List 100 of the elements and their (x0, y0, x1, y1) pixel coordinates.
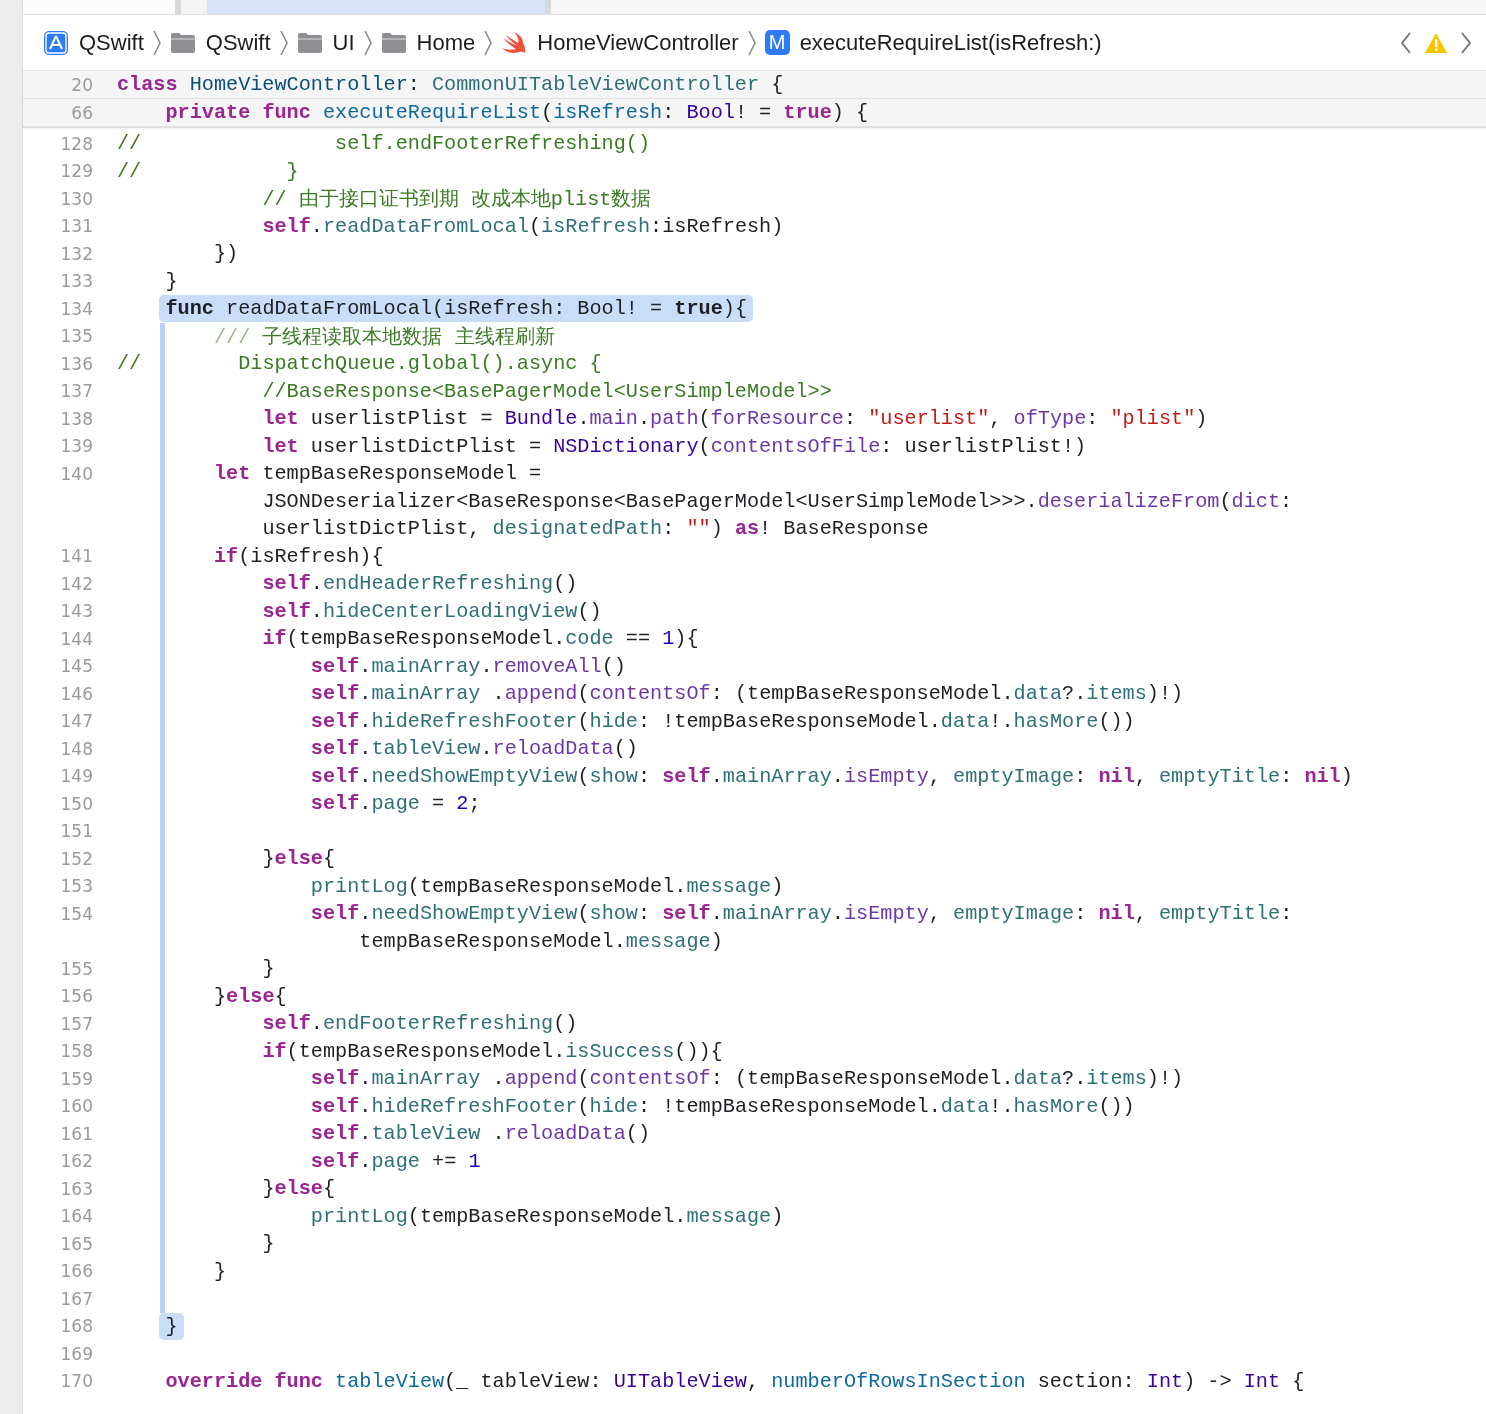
line-number: 146 (59, 683, 94, 704)
line-number: 128 (59, 133, 94, 154)
line-number: 130 (59, 188, 94, 209)
line-number: 159 (59, 1068, 94, 1089)
code-line: }else{ (262, 1177, 336, 1201)
chevron-icon (151, 28, 162, 57)
line-number: 149 (59, 766, 94, 787)
code-line: }) (213, 242, 239, 266)
line-number: 20 (70, 74, 94, 95)
code-line: self.page = 2; (310, 792, 481, 816)
code-line: } (213, 1259, 227, 1283)
code-line: let userlistPlist = Bundle.main.path(forResource: "userlist", ofType: "plist") (262, 407, 1208, 431)
code-line: self.needShowEmptyView(show: self.mainArray.isEmpty, emptyImage: nil, emptyTitle: (310, 902, 1293, 926)
code-line: //BaseResponse<BasePagerModel<UserSimpleModel>> (262, 379, 832, 403)
line-number: 137 (59, 381, 94, 402)
code-line: tempBaseResponseModel.message) (359, 929, 723, 953)
code-line: // (117, 159, 142, 183)
code-line: private func executeRequireList(isRefresh: Bool! = true) { (165, 101, 869, 124)
line-number: 158 (59, 1041, 94, 1062)
line-number: 134 (59, 298, 94, 319)
chevron-icon (278, 28, 289, 57)
line-number: 148 (59, 738, 94, 759)
breadcrumb-item[interactable]: QSwift (41, 29, 146, 56)
forward-button[interactable] (1458, 30, 1474, 55)
code-line: DispatchQueue.global().async { (238, 352, 602, 376)
code-line: }else{ (213, 984, 287, 1008)
folder-icon (169, 31, 196, 54)
breadcrumb-item[interactable]: Home (378, 29, 478, 56)
line-number: 139 (59, 436, 94, 457)
line-number: 145 (59, 656, 94, 677)
code-line: self.endFooterRefreshing() (262, 1012, 578, 1036)
code-line: printLog(tempBaseResponseModel.message) (310, 1204, 784, 1228)
line-number: 167 (59, 1288, 94, 1309)
code-line: self.needShowEmptyView(show: self.mainArray.isEmpty, emptyImage: nil, emptyTitle: nil) (310, 764, 1353, 788)
breadcrumb-item[interactable]: HomeViewController (499, 29, 741, 56)
code-line: self.page += 1 (310, 1149, 481, 1173)
line-number: 157 (59, 1013, 94, 1034)
code-line: printLog(tempBaseResponseModel.message) (310, 874, 784, 898)
line-number: 142 (59, 573, 94, 594)
code-line: } (262, 957, 275, 981)
code-line: let tempBaseResponseModel = (213, 462, 542, 486)
folder-icon (296, 31, 323, 54)
line-number: 162 (59, 1151, 94, 1172)
line-number: 129 (59, 161, 94, 182)
chevron-icon (362, 28, 373, 57)
line-number: 140 (59, 463, 94, 484)
code-line: self.endFooterRefreshing() (335, 132, 651, 156)
line-number: 152 (59, 848, 94, 869)
code-line: self.mainArray .append(contentsOf: (tempBaseResponseModel.data?.items)!) (310, 682, 1184, 706)
line-number: 135 (59, 326, 94, 347)
line-number: 138 (59, 408, 94, 429)
line-number: 161 (59, 1123, 94, 1144)
code-line: }else{ (262, 847, 336, 871)
line-number: 165 (59, 1233, 94, 1254)
code-line: } (286, 159, 299, 183)
line-number: 160 (59, 1096, 94, 1117)
line-number: 168 (59, 1316, 94, 1337)
line-number: 147 (59, 711, 94, 732)
code-line: override func tableView(_ tableView: UITableView, numberOfRowsInSection section: Int) -> Int { (165, 1369, 1305, 1393)
line-number: 169 (59, 1343, 94, 1364)
line-number: 156 (59, 986, 94, 1007)
code-line: if(tempBaseResponseModel.isSuccess()){ (262, 1039, 723, 1063)
code-line: } (165, 269, 178, 293)
line-number: 151 (59, 821, 94, 842)
chevron-icon (746, 28, 757, 57)
line-number: 150 (59, 793, 94, 814)
code-line: // (117, 132, 142, 156)
code-line: /// 子线程读取本地数据 主线程刷新 (213, 325, 555, 349)
code-line: } (262, 1232, 275, 1256)
code-line: self.mainArray.removeAll() (310, 654, 626, 678)
breadcrumb-item[interactable]: M executeRequireList(isRefresh:) (762, 29, 1104, 56)
code-line: self.tableView .reloadData() (310, 1122, 651, 1146)
code-line: self.endHeaderRefreshing() (262, 572, 578, 596)
line-number: 164 (59, 1206, 94, 1227)
breadcrumb-item[interactable]: QSwift (167, 29, 273, 56)
warning-icon[interactable] (1424, 31, 1448, 54)
line-number: 66 (70, 102, 94, 123)
code-line: if(tempBaseResponseModel.code == 1){ (262, 627, 699, 651)
line-number: 153 (59, 876, 94, 897)
line-number: 163 (59, 1178, 94, 1199)
line-number: 141 (59, 546, 94, 567)
back-button[interactable] (1398, 30, 1414, 55)
code-line: class HomeViewController: CommonUITableViewController { (117, 73, 784, 96)
code-line: if(isRefresh){ (213, 544, 384, 568)
code-line: self.hideRefreshFooter(hide: !tempBaseResponseModel.data!.hasMore()) (310, 1094, 1135, 1118)
line-number: 154 (59, 903, 94, 924)
folder-icon (380, 31, 407, 54)
line-number: 133 (59, 271, 94, 292)
bird-icon (501, 30, 528, 55)
code-line: // 由于接口证书到期 改成本地plist数据 (262, 188, 652, 212)
breadcrumb-item[interactable]: UI (294, 29, 357, 56)
code-line: let userlistDictPlist = NSDictionary(contentsOfFile: userlistPlist!) (262, 434, 1087, 458)
code-line: self.mainArray .append(contentsOf: (tempBaseResponseModel.data?.items)!) (310, 1067, 1184, 1091)
chevron-icon (483, 28, 494, 57)
line-number: 144 (59, 628, 94, 649)
line-number: 143 (59, 601, 94, 622)
code-line: // (117, 352, 142, 376)
code-line: self.readDataFromLocal(isRefresh:isRefresh) (262, 214, 784, 238)
code-line: self.hideCenterLoadingView() (262, 599, 602, 623)
line-number: 132 (59, 243, 94, 264)
